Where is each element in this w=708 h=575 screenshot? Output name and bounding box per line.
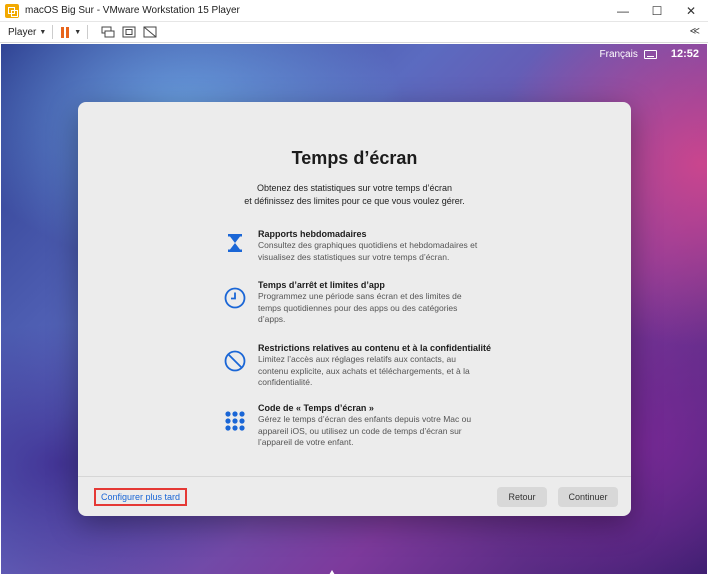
feature-description: Consultez des graphiques quotidiens et h…: [258, 240, 504, 263]
feature-title: Rapports hebdomadaires: [258, 229, 367, 239]
feature-description: Limitez l’accès aux réglages relatifs au…: [258, 354, 504, 389]
description-line: l’appareil de votre enfant.: [258, 437, 354, 447]
vmware-toolbar: Player ▼ ▼ ≪: [0, 22, 708, 43]
mouse-cursor-icon: [329, 570, 335, 574]
unity-mode-icon[interactable]: [143, 26, 157, 38]
window-title: macOS Big Sur - VMware Workstation 15 Pl…: [25, 5, 240, 16]
feature-downtime-limits: Temps d’arrêt et limites d’app Programme…: [224, 279, 504, 326]
description-line: confidentialité.: [258, 377, 313, 387]
keyboard-icon[interactable]: [643, 49, 657, 59]
screen-time-dialog: Temps d’écran Obtenez des statistiques s…: [78, 102, 631, 516]
feature-content-restrictions: Restrictions relatives au contenu et à l…: [224, 342, 504, 389]
back-button[interactable]: Retour: [497, 487, 547, 507]
chevron-down-icon[interactable]: ▼: [74, 29, 81, 36]
feature-title: Restrictions relatives au contenu et à l…: [258, 343, 492, 353]
description-line: Consultez des graphiques quotidiens et h…: [258, 240, 478, 250]
description-line: Gérez le temps d’écran des enfants depui…: [258, 414, 472, 424]
hourglass-icon: [224, 232, 246, 254]
collapse-toolbar-icon[interactable]: ≪: [690, 26, 700, 37]
continue-button[interactable]: Continuer: [558, 487, 618, 507]
feature-title: Code de « Temps d’écran »: [258, 403, 374, 413]
pause-icon[interactable]: [61, 26, 70, 38]
setup-later-button[interactable]: Configurer plus tard: [94, 488, 188, 506]
menubar-clock: 12:52: [670, 48, 699, 60]
maximize-button[interactable]: ☐: [640, 0, 674, 22]
description-line: Limitez l’accès aux réglages relatifs au…: [258, 354, 456, 364]
description-line: appareil iOS, ou utilisez un code de tem…: [258, 425, 462, 436]
passcode-grid-icon: [224, 410, 246, 432]
description-line: d’apps.: [258, 314, 286, 324]
player-menu-label: Player: [8, 26, 37, 38]
minimize-button[interactable]: —: [606, 0, 640, 22]
dialog-footer: Configurer plus tard Retour Continuer: [78, 476, 631, 516]
subtitle-line: Obtenez des statistiques sur votre temps…: [256, 183, 453, 193]
subtitle-line: et définissez des limites pour ce que vo…: [244, 196, 465, 206]
window-controls: — ☐ ✕: [606, 0, 708, 22]
toolbar-divider: [52, 25, 54, 39]
fullscreen-icon[interactable]: [122, 26, 136, 38]
description-line: temps quotidiennes pour des apps ou des …: [258, 302, 458, 313]
send-ctrl-alt-del-icon[interactable]: [101, 26, 115, 38]
chevron-down-icon: ▼: [39, 28, 47, 36]
vmware-icon: [5, 3, 19, 18]
feature-screen-time-passcode: Code de « Temps d’écran » Gérez le temps…: [224, 402, 504, 449]
page-title: Temps d’écran: [291, 148, 418, 168]
clock-icon: [224, 287, 246, 309]
macos-menubar-status: Français 12:52: [600, 48, 700, 60]
description-line: Programmez une période sans écran et des…: [258, 291, 462, 301]
description-line: contenu explicite, aux achats et télécha…: [258, 365, 470, 376]
input-language[interactable]: Français: [600, 49, 638, 60]
close-button[interactable]: ✕: [674, 0, 708, 22]
feature-description: Programmez une période sans écran et des…: [258, 291, 504, 326]
feature-title: Temps d’arrêt et limites d’app: [258, 280, 385, 290]
toolbar-divider: [87, 25, 89, 39]
macos-desktop: Français 12:52 Temps d’écran Obtenez des…: [1, 44, 707, 574]
player-menu[interactable]: Player ▼: [8, 27, 46, 38]
page-subtitle: Obtenez des statistiques sur votre temps…: [78, 182, 631, 208]
description-line: visualisez des statistiques sur votre te…: [258, 251, 450, 262]
window-titlebar: macOS Big Sur - VMware Workstation 15 Pl…: [0, 0, 708, 22]
feature-description: Gérez le temps d’écran des enfants depui…: [258, 414, 504, 449]
feature-weekly-reports: Rapports hebdomadaires Consultez des gra…: [224, 228, 504, 263]
restriction-icon: [224, 350, 246, 372]
